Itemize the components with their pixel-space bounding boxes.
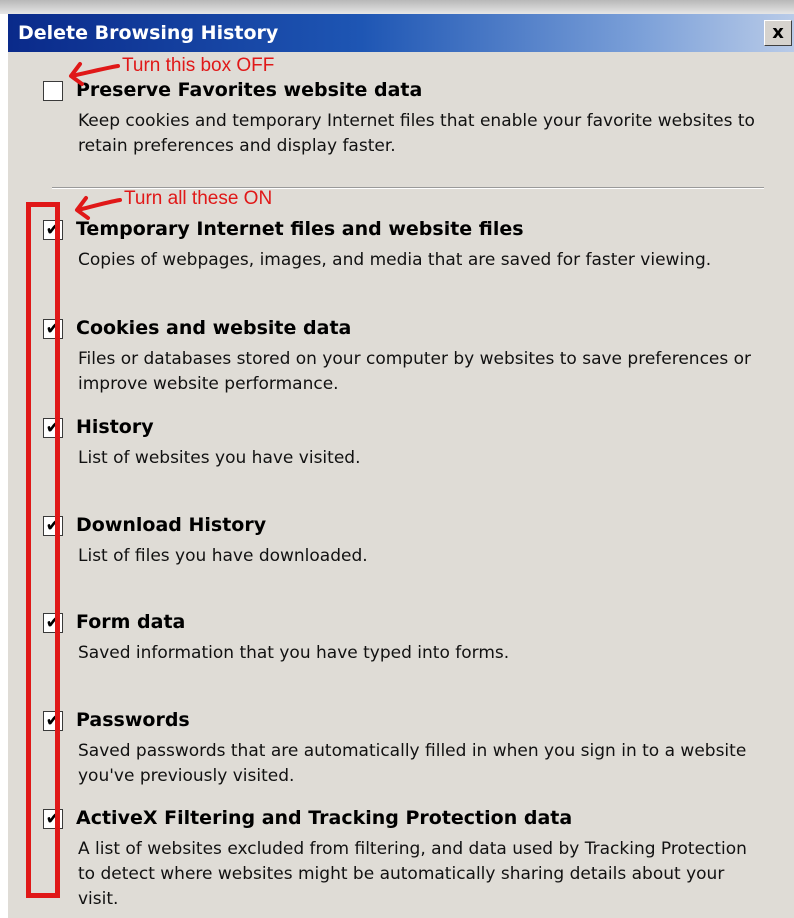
close-button[interactable]: x: [764, 20, 792, 46]
option-title: ActiveX Filtering and Tracking Protectio…: [76, 807, 573, 829]
option-description: A list of websites excluded from filteri…: [78, 839, 747, 909]
annotation-arrow-icon: [75, 196, 122, 220]
option-title: Passwords: [76, 709, 190, 731]
annotation-turn-on-note: Turn all these ON: [124, 188, 273, 209]
option-description: List of files you have downloaded.: [78, 546, 368, 566]
option-description: List of websites you have visited.: [78, 448, 361, 468]
annotation-turn-off-note: Turn this box OFF: [122, 55, 275, 76]
checkbox-preserve-favorites[interactable]: [43, 81, 63, 101]
option-title: Preserve Favorites website data: [76, 79, 423, 101]
option-title: Download History: [76, 514, 267, 536]
annotation-highlight-box: [26, 202, 60, 898]
option-description: Copies of webpages, images, and media th…: [78, 250, 712, 270]
option-title: Cookies and website data: [76, 317, 352, 339]
annotation-arrow-icon: [69, 62, 120, 86]
window-top-strip: [0, 0, 794, 14]
option-title: Form data: [76, 611, 186, 633]
option-title: History: [76, 416, 154, 438]
dialog-title: Delete Browsing History: [18, 22, 279, 44]
title-bar: Delete Browsing History x: [8, 14, 794, 52]
option-description: Saved passwords that are automatically f…: [78, 741, 747, 786]
option-title: Temporary Internet files and website fil…: [76, 218, 524, 240]
option-description: Keep cookies and temporary Internet file…: [78, 111, 755, 156]
option-description: Files or databases stored on your comput…: [78, 349, 752, 394]
option-description: Saved information that you have typed in…: [78, 643, 510, 663]
dialog-content: Preserve Favorites website data Keep coo…: [8, 52, 794, 918]
left-edge: [0, 14, 8, 918]
